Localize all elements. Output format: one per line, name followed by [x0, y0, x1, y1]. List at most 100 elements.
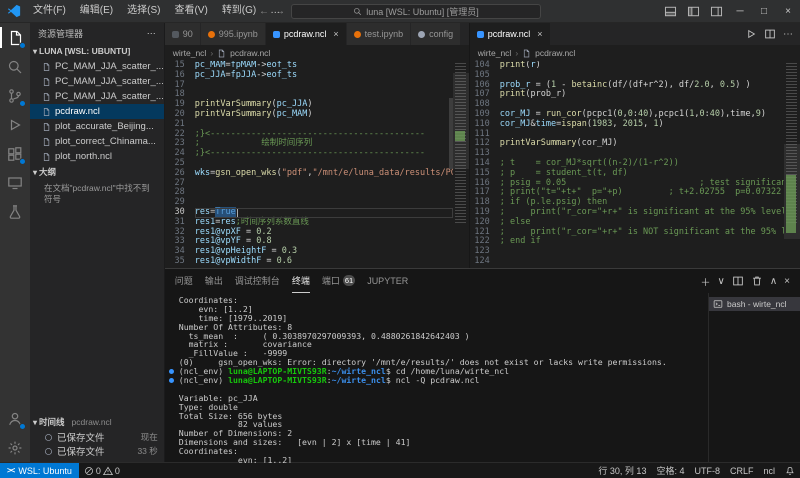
more-actions-icon[interactable]: ⋯ [783, 29, 793, 40]
code-token: print [500, 61, 526, 70]
close-icon[interactable]: × [537, 29, 542, 39]
activitybar-run-debug[interactable] [0, 110, 30, 139]
toggle-panel-icon[interactable] [664, 5, 677, 18]
section-workspace[interactable]: ▾ LUNA [WSL: UBUNTU] [30, 43, 164, 59]
activitybar-search[interactable] [0, 52, 30, 81]
statusbar-item[interactable]: 空格: 4 [651, 464, 689, 477]
code-token: 1983 [592, 119, 612, 129]
file-icon [42, 77, 51, 87]
breadcrumb-item[interactable]: pcdraw.ncl [230, 48, 270, 58]
terminal-list-item[interactable]: bash - wirte_ncl [709, 297, 800, 311]
section-outline[interactable]: ▾ 大纲 [30, 164, 164, 180]
code-token: printVarSummary [500, 138, 577, 148]
file-item[interactable]: plot_accurate_Beijing... [30, 119, 164, 134]
terminal-tabs-list: bash - wirte_ncl [708, 293, 800, 463]
activitybar-testing[interactable] [0, 197, 30, 226]
command-decoration[interactable] [169, 369, 174, 374]
timeline-item[interactable]: 已保存文件现在 [30, 430, 164, 444]
command-decoration[interactable] [169, 378, 174, 383]
scrollbar-thumb[interactable] [449, 98, 453, 168]
code-token: ) [307, 109, 312, 119]
menu-item[interactable]: 编辑(E) [73, 0, 120, 22]
file-name: plot_north.ncl [55, 151, 112, 162]
minimap[interactable] [453, 61, 469, 268]
menu-item[interactable]: 查看(V) [167, 0, 214, 22]
timeline-item[interactable]: 已保存文件33 秒 [30, 444, 164, 458]
run-icon[interactable] [745, 28, 757, 40]
menu-item[interactable]: 文件(F) [26, 0, 73, 22]
chevron-down-icon: ▾ [33, 47, 37, 56]
problems-status[interactable]: 0 0 [79, 466, 125, 476]
menu-item[interactable]: 选择(S) [120, 0, 167, 22]
panel-tab-输出[interactable]: 输出 [205, 269, 223, 293]
notifications-bell-icon[interactable] [780, 466, 800, 476]
forward-icon[interactable]: → [275, 6, 285, 17]
activitybar-settings[interactable] [0, 433, 30, 462]
split-terminal-icon[interactable] [732, 275, 744, 287]
minimize-button[interactable]: ─ [728, 0, 752, 22]
file-item[interactable]: plot_north.ncl [30, 149, 164, 164]
statusbar-item[interactable]: 行 30, 列 13 [593, 464, 651, 477]
tab-test.ipynb[interactable]: test.ipynb [347, 23, 412, 45]
panel-tab-调试控制台[interactable]: 调试控制台 [235, 269, 280, 293]
new-terminal-icon[interactable]: ＋ [701, 274, 711, 289]
file-item[interactable]: PC_MAM_JJA_scatter_... [30, 74, 164, 89]
tab-config[interactable]: config [411, 23, 461, 45]
activitybar-account[interactable] [0, 404, 30, 433]
kill-terminal-icon[interactable] [751, 275, 763, 287]
activitybar-source-control[interactable] [0, 81, 30, 110]
terminal-output[interactable]: Coordinates: evn: [1..2] time: [1979..20… [165, 293, 708, 463]
code-token: 2.0 [694, 80, 709, 90]
statusbar-item[interactable]: UTF-8 [689, 466, 725, 476]
toggle-sidebar-icon[interactable] [687, 5, 700, 18]
file-item[interactable]: PC_MAM_JJA_scatter_... [30, 89, 164, 104]
section-timeline[interactable]: ▾ 时间线 pcdraw.ncl [30, 414, 164, 430]
panel-tab-问题[interactable]: 问题 [175, 269, 193, 293]
code-line: ;}<-------------------------------------… [195, 149, 453, 159]
menu-item[interactable]: 转到(G) [215, 0, 263, 22]
back-icon[interactable]: ← [259, 6, 269, 17]
window-title: luna [WSL: Ubuntu] [管理员] [366, 5, 479, 18]
menu-bar: 文件(F)编辑(E)选择(S)查看(V)转到(G)… [26, 0, 287, 22]
file-item[interactable]: plot_correct_Chinama... [30, 134, 164, 149]
breadcrumb-item[interactable]: wirte_ncl [173, 48, 207, 58]
breadcrumb-item[interactable]: wirte_ncl [478, 48, 512, 58]
code-editor[interactable]: 1041051061071081091101111121131141151161… [470, 61, 800, 268]
maximize-button[interactable]: □ [752, 0, 776, 22]
code-editor[interactable]: 1516171819202122232425262728293031323334… [165, 61, 469, 268]
code-token: 0.5 [720, 80, 735, 90]
code-token: 0.8 [256, 236, 271, 246]
tab-995.ipynb[interactable]: 995.ipynb [201, 23, 266, 45]
panel-tab-JUPYTER[interactable]: JUPYTER [367, 269, 408, 293]
activitybar-remote-explorer[interactable] [0, 168, 30, 197]
chevron-down-icon[interactable]: ∨ [718, 276, 725, 287]
tab-90[interactable]: 90 [165, 23, 201, 45]
close-icon[interactable]: × [333, 29, 338, 39]
file-item[interactable]: PC_MAM_JJA_scatter_... [30, 59, 164, 74]
close-button[interactable]: × [776, 0, 800, 22]
remote-indicator[interactable]: >< WSL: Ubuntu [0, 463, 79, 478]
panel-tab-端口[interactable]: 端口61 [322, 269, 355, 293]
statusbar-item[interactable]: ncl [758, 466, 780, 476]
panel-tab-label: 问题 [175, 274, 193, 287]
file-icon [42, 62, 51, 72]
split-editor-icon[interactable] [764, 28, 776, 40]
tab-pcdraw.ncl[interactable]: pcdraw.ncl× [266, 23, 347, 45]
minimap[interactable] [784, 61, 800, 268]
code-token: 40 [638, 109, 648, 119]
file-item[interactable]: pcdraw.ncl [30, 104, 164, 119]
error-count: 0 [96, 466, 101, 476]
panel-tab-终端[interactable]: 终端 [292, 269, 310, 293]
activitybar-extensions[interactable] [0, 139, 30, 168]
tab-pcdraw.ncl[interactable]: pcdraw.ncl× [470, 23, 551, 45]
activitybar-explorer[interactable] [0, 23, 30, 52]
code-token: printVarSummary [195, 99, 272, 109]
more-actions-icon[interactable]: ⋯ [147, 28, 156, 39]
customize-layout-icon[interactable] [710, 5, 723, 18]
breadcrumb-item[interactable]: pcdraw.ncl [535, 48, 575, 58]
close-panel-icon[interactable]: × [784, 276, 790, 287]
maximize-panel-icon[interactable]: ∧ [770, 276, 777, 287]
command-center[interactable]: luna [WSL: Ubuntu] [管理员] [291, 4, 541, 19]
statusbar-item[interactable]: CRLF [725, 466, 759, 476]
code-token: ) [307, 99, 312, 109]
